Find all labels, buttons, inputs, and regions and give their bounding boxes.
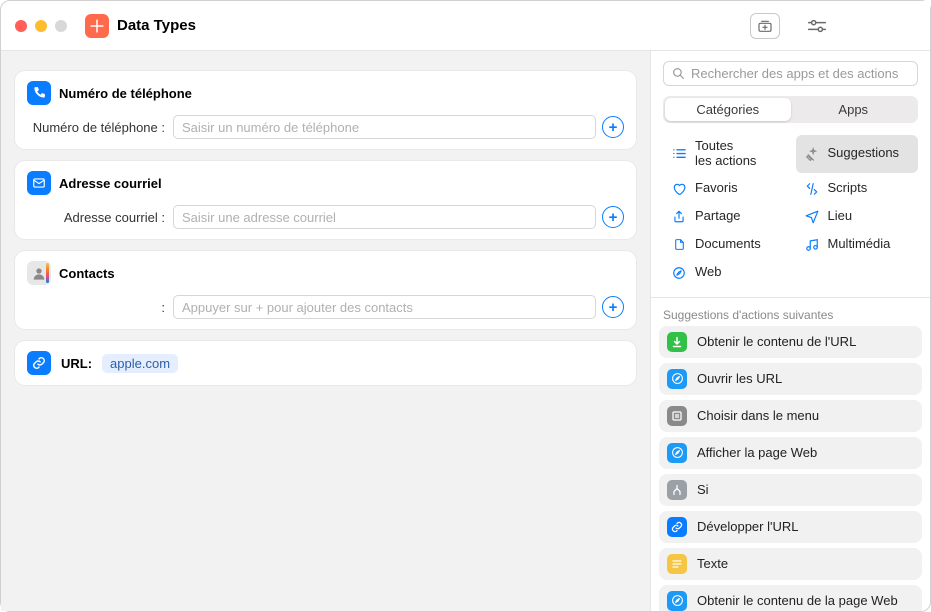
wand-icon: [804, 146, 820, 162]
card-title: Contacts: [59, 266, 115, 281]
suggestion-label: Développer l'URL: [697, 519, 798, 535]
category-label: Partage: [695, 209, 741, 224]
page-title: Data Types: [117, 17, 196, 34]
url-label: URL:: [61, 356, 92, 371]
close-icon[interactable]: [15, 20, 27, 32]
category-label: Documents: [695, 237, 761, 252]
add-button[interactable]: +: [602, 296, 624, 318]
category-label: Multimédia: [828, 237, 891, 252]
library-button[interactable]: [750, 13, 780, 39]
suggestions-header: Suggestions d'actions suivantes: [651, 298, 930, 326]
compass-icon: [667, 443, 687, 463]
suggestion-label: Si: [697, 482, 709, 498]
category-grid: Toutes les actions Suggestions Favoris Scri…: [651, 133, 930, 298]
category-label: Toutes les actions: [695, 139, 756, 169]
category-suggestions[interactable]: Suggestions: [796, 135, 919, 173]
download-icon: [667, 332, 687, 352]
suggestion-item[interactable]: Développer l'URL: [659, 511, 922, 543]
maximize-icon[interactable]: [55, 20, 67, 32]
link-icon: [27, 351, 51, 375]
phone-icon: [27, 81, 51, 105]
field-input[interactable]: Appuyer sur + pour ajouter des contacts: [173, 295, 596, 319]
field-input[interactable]: Saisir une adresse courriel: [173, 205, 596, 229]
share-icon: [671, 209, 687, 225]
suggestion-item[interactable]: Choisir dans le menu: [659, 400, 922, 432]
location-icon: [804, 209, 820, 225]
suggestion-item[interactable]: Texte: [659, 548, 922, 580]
settings-button[interactable]: [802, 11, 832, 41]
suggestion-label: Obtenir le contenu de l'URL: [697, 334, 856, 350]
safari-icon: [671, 265, 687, 281]
add-button[interactable]: +: [602, 206, 624, 228]
window-controls: [15, 20, 67, 32]
field-label: :: [27, 300, 167, 315]
suggestion-label: Ouvrir les URL: [697, 371, 782, 387]
category-multimédia[interactable]: Multimédia: [796, 233, 919, 257]
suggestion-label: Texte: [697, 556, 728, 572]
category-toutes-les-actions[interactable]: Toutes les actions: [663, 135, 786, 173]
sidebar-tabs: Catégories Apps: [663, 96, 918, 123]
category-partage[interactable]: Partage: [663, 205, 786, 229]
suggestion-item[interactable]: Si: [659, 474, 922, 506]
tab-apps[interactable]: Apps: [791, 98, 917, 121]
action-card-phone[interactable]: Numéro de téléphone Numéro de téléphone :…: [15, 71, 636, 149]
doc-icon: [671, 237, 687, 253]
action-card-email[interactable]: Adresse courriel Adresse courriel : Saisir…: [15, 161, 636, 239]
compass-icon: [667, 591, 687, 611]
url-action-card[interactable]: URL: apple.com: [15, 341, 636, 385]
search-input[interactable]: Rechercher des apps et des actions: [663, 61, 918, 86]
category-lieu[interactable]: Lieu: [796, 205, 919, 229]
shortcut-app-icon: [85, 14, 109, 38]
card-title: Numéro de téléphone: [59, 86, 192, 101]
add-button[interactable]: +: [602, 116, 624, 138]
heart-icon: [671, 181, 687, 197]
category-label: Web: [695, 265, 722, 280]
suggestion-item[interactable]: Obtenir le contenu de la page Web: [659, 585, 922, 611]
field-input[interactable]: Saisir un numéro de téléphone: [173, 115, 596, 139]
url-value-chip[interactable]: apple.com: [102, 354, 178, 373]
action-card-contacts[interactable]: Contacts: Appuyer sur + pour ajouter des …: [15, 251, 636, 329]
contacts-icon: [27, 261, 51, 285]
suggestion-item[interactable]: Afficher la page Web: [659, 437, 922, 469]
tab-categories[interactable]: Catégories: [665, 98, 791, 121]
mail-icon: [27, 171, 51, 195]
category-favoris[interactable]: Favoris: [663, 177, 786, 201]
category-label: Suggestions: [828, 146, 900, 161]
suggestion-label: Obtenir le contenu de la page Web: [697, 593, 898, 609]
text-icon: [667, 554, 687, 574]
category-documents[interactable]: Documents: [663, 233, 786, 257]
suggestion-item[interactable]: Ouvrir les URL: [659, 363, 922, 395]
category-label: Lieu: [828, 209, 853, 224]
category-label: Favoris: [695, 181, 738, 196]
music-icon: [804, 237, 820, 253]
script-icon: [804, 181, 820, 197]
minimize-icon[interactable]: [35, 20, 47, 32]
menu-icon: [667, 406, 687, 426]
suggestion-label: Afficher la page Web: [697, 445, 817, 461]
workflow-canvas: Numéro de téléphone Numéro de téléphone :…: [1, 51, 650, 611]
suggestion-item[interactable]: Obtenir le contenu de l'URL: [659, 326, 922, 358]
category-label: Scripts: [828, 181, 868, 196]
category-scripts[interactable]: Scripts: [796, 177, 919, 201]
link-icon: [667, 517, 687, 537]
search-icon: [672, 67, 685, 80]
card-title: Adresse courriel: [59, 176, 162, 191]
search-placeholder: Rechercher des apps et des actions: [691, 66, 898, 81]
suggestions-list: Obtenir le contenu de l'URL Ouvrir les UR…: [651, 326, 930, 611]
compass-icon: [667, 369, 687, 389]
list-icon: [671, 146, 687, 162]
sidebar-toolbar: [651, 1, 930, 51]
field-label: Adresse courriel :: [27, 210, 167, 225]
category-web[interactable]: Web: [663, 261, 786, 285]
field-label: Numéro de téléphone :: [27, 120, 167, 135]
suggestion-label: Choisir dans le menu: [697, 408, 819, 424]
branch-icon: [667, 480, 687, 500]
actions-sidebar: Rechercher des apps et des actions Catég…: [650, 51, 930, 611]
